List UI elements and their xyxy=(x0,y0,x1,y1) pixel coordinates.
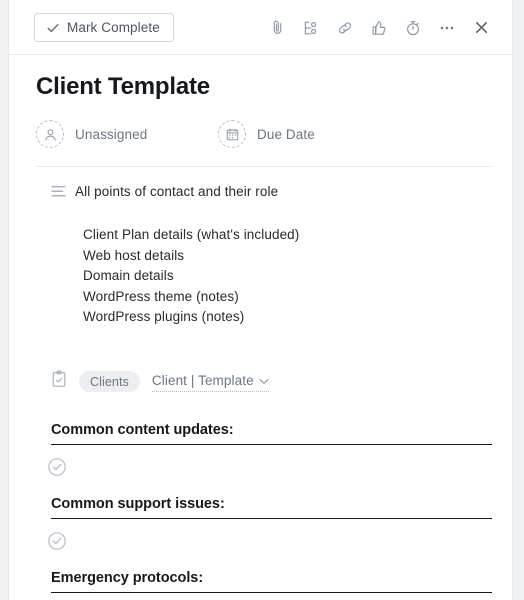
like-button[interactable] xyxy=(362,13,396,42)
description-line: Web host details xyxy=(83,247,185,263)
task-header-toolbar: Mark Complete xyxy=(9,0,512,55)
close-button[interactable] xyxy=(464,13,498,42)
description-line: WordPress plugins (notes) xyxy=(83,309,245,324)
chevron-down-icon xyxy=(259,372,269,390)
subtask-heading-row[interactable]: Emergency protocols: xyxy=(51,563,492,593)
description-line: Domain details xyxy=(83,268,174,283)
more-options-button[interactable] xyxy=(430,13,464,42)
assignee-field[interactable]: Unassigned xyxy=(36,120,218,148)
subtask-item-row[interactable] xyxy=(47,519,492,563)
subtask-item-row[interactable] xyxy=(47,445,492,489)
close-x-icon xyxy=(473,19,490,36)
task-meta-row: Unassigned Due Date xyxy=(36,120,315,148)
description-line: Client Plan details (what's included) xyxy=(83,227,300,242)
circle-check-icon[interactable] xyxy=(47,457,67,477)
mark-complete-button[interactable]: Mark Complete xyxy=(34,13,174,42)
subtask-tree-icon xyxy=(302,19,320,37)
copy-link-button[interactable] xyxy=(328,13,362,42)
description-line-list: Client Plan details (what's included) We… xyxy=(75,225,495,328)
section-select[interactable]: Client | Template xyxy=(151,372,269,392)
stopwatch-icon xyxy=(404,19,422,37)
description-lines-icon xyxy=(51,185,67,204)
paperclip-icon xyxy=(269,19,286,36)
subtask-list: Common content updates: Common support i… xyxy=(9,415,512,593)
link-icon xyxy=(336,19,354,37)
calendar-icon xyxy=(218,120,246,148)
meta-divider xyxy=(36,166,491,167)
subtask-heading-row[interactable]: Common support issues: xyxy=(51,489,492,519)
thumbs-up-icon xyxy=(370,19,388,37)
mark-complete-label: Mark Complete xyxy=(67,20,160,35)
clipboard-check-icon xyxy=(51,370,67,393)
subtask-button[interactable] xyxy=(294,13,328,42)
person-icon xyxy=(36,120,64,148)
timer-button[interactable] xyxy=(396,13,430,42)
subtask-heading-text: Common support issues: xyxy=(51,495,225,512)
task-description[interactable]: All points of contact and their role Cli… xyxy=(75,182,495,328)
project-chip[interactable]: Clients xyxy=(79,371,140,392)
description-line: WordPress theme (notes) xyxy=(83,288,239,304)
section-select-label: Client | Template xyxy=(151,373,254,388)
task-detail-panel: Mark Complete Client Template Unassigned… xyxy=(8,0,513,600)
due-date-field[interactable]: Due Date xyxy=(218,120,315,148)
page-title[interactable]: Client Template xyxy=(36,72,210,102)
subtask-heading-text: Common content updates: xyxy=(51,421,234,438)
subtask-heading-row[interactable]: Common content updates: xyxy=(51,415,492,445)
assignee-label: Unassigned xyxy=(75,126,148,142)
ellipsis-icon xyxy=(438,19,456,37)
due-date-label: Due Date xyxy=(257,126,315,142)
description-heading: All points of contact and their role xyxy=(75,184,279,199)
attachment-button[interactable] xyxy=(260,13,294,42)
subtask-heading-text: Emergency protocols: xyxy=(51,569,204,586)
header-action-group xyxy=(260,13,498,42)
check-icon xyxy=(46,21,60,35)
circle-check-icon[interactable] xyxy=(47,531,67,551)
project-row: Clients Client | Template xyxy=(51,370,269,393)
